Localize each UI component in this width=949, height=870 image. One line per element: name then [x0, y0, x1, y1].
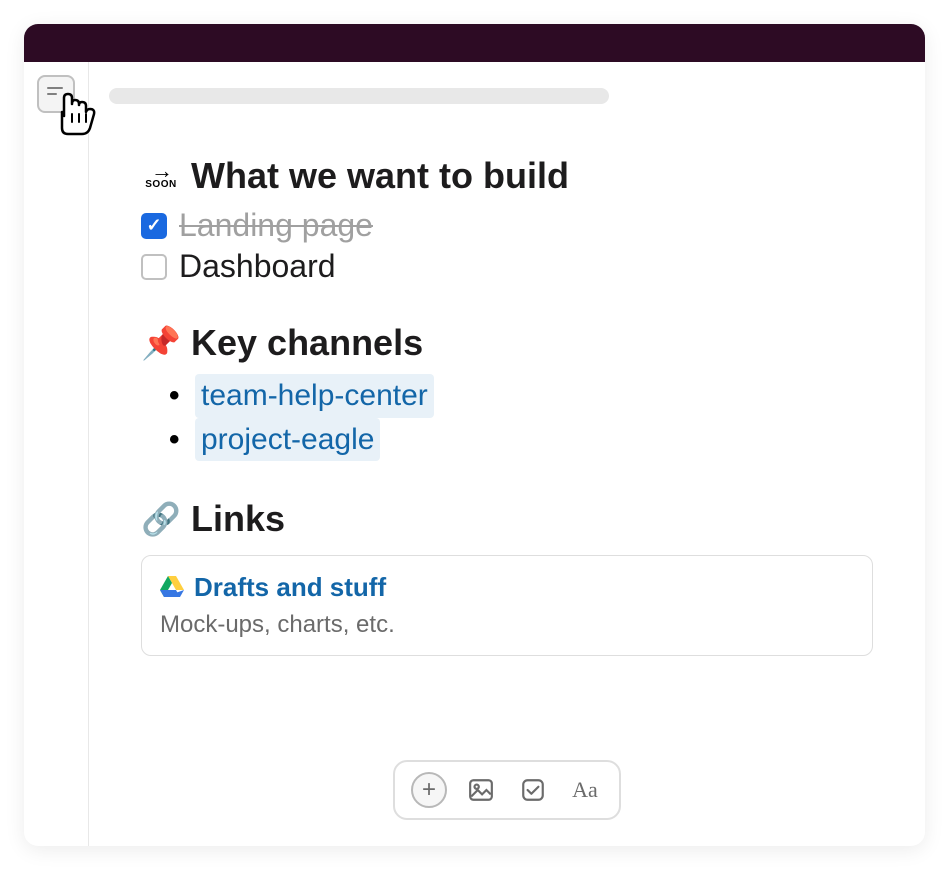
link-card-header: Drafts and stuff	[160, 572, 854, 603]
bullet-icon: •	[169, 418, 195, 462]
document-body: → SOON What we want to build ✓ Landing p…	[109, 154, 887, 656]
checklist-button[interactable]	[515, 772, 551, 808]
section-heading-channels: 📌 Key channels	[141, 321, 873, 364]
section-heading-build: → SOON What we want to build	[141, 154, 873, 197]
text-format-button[interactable]: Aa	[567, 772, 603, 808]
section-title-links: Links	[191, 497, 285, 540]
channel-link-project-eagle[interactable]: project-eagle	[195, 418, 380, 462]
section-title-channels: Key channels	[191, 321, 423, 364]
image-button[interactable]	[463, 772, 499, 808]
pointer-cursor-icon	[54, 92, 98, 136]
checkmark-icon: ✓	[146, 215, 161, 236]
checklist-item-label: Dashboard	[179, 248, 336, 285]
link-card-drafts[interactable]: Drafts and stuff Mock-ups, charts, etc.	[141, 555, 873, 656]
checklist-icon	[520, 777, 546, 803]
channel-link-team-help-center[interactable]: team-help-center	[195, 374, 434, 418]
link-emoji-icon: 🔗	[141, 500, 181, 538]
section-title-build: What we want to build	[191, 154, 569, 197]
window-titlebar	[24, 24, 925, 62]
checklist-item-label: Landing page	[179, 207, 373, 244]
app-window: → SOON What we want to build ✓ Landing p…	[24, 24, 925, 846]
main-pane: → SOON What we want to build ✓ Landing p…	[89, 62, 925, 846]
checkbox-landing-page[interactable]: ✓	[141, 213, 167, 239]
formatting-toolbar: + Aa	[393, 760, 621, 820]
checklist-item: Dashboard	[141, 248, 873, 285]
left-rail	[24, 62, 89, 846]
google-drive-icon	[160, 576, 184, 598]
soon-emoji-icon: → SOON	[141, 163, 181, 187]
section-heading-links: 🔗 Links	[141, 497, 873, 540]
build-checklist: ✓ Landing page Dashboard	[141, 207, 873, 285]
pushpin-emoji-icon: 📌	[141, 324, 181, 362]
checkbox-dashboard[interactable]	[141, 254, 167, 280]
checklist-item: ✓ Landing page	[141, 207, 873, 244]
bullet-icon: •	[169, 374, 195, 418]
add-button[interactable]: +	[411, 772, 447, 808]
image-icon	[468, 777, 494, 803]
list-item: • project-eagle	[169, 418, 873, 462]
channels-list: • team-help-center • project-eagle	[141, 374, 873, 461]
list-item: • team-help-center	[169, 374, 873, 418]
link-card-description: Mock-ups, charts, etc.	[160, 611, 854, 639]
link-card-title: Drafts and stuff	[194, 572, 386, 603]
document-title-placeholder[interactable]	[109, 88, 609, 104]
content-area: → SOON What we want to build ✓ Landing p…	[24, 62, 925, 846]
